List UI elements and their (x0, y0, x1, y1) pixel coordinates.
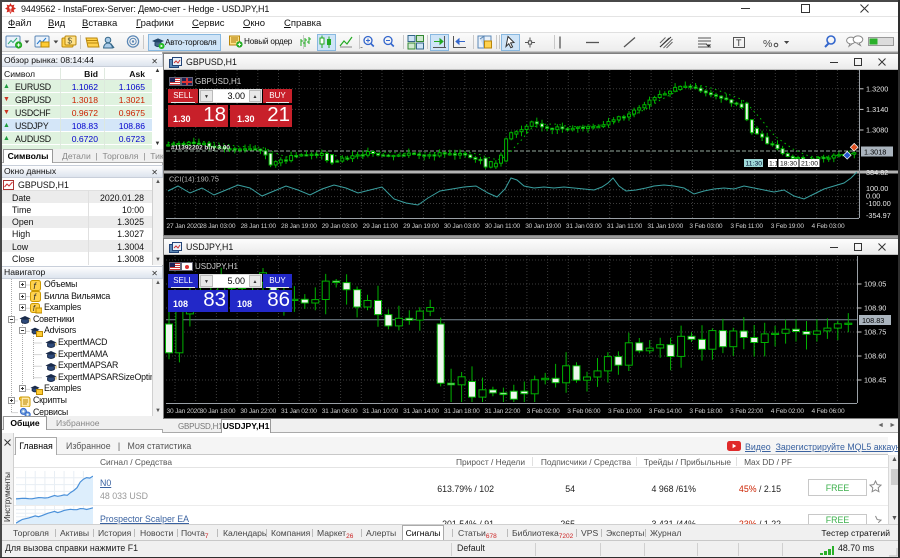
svg-text:-100.00: -100.00 (866, 199, 891, 208)
svg-text:30 Jan 22:00: 30 Jan 22:00 (240, 408, 276, 415)
svg-text:30 Jan 03:00: 30 Jan 03:00 (444, 223, 480, 230)
svg-text:3 Feb 02:00: 3 Feb 02:00 (527, 408, 561, 415)
svg-text:30 Jan 2020: 30 Jan 2020 (167, 408, 202, 415)
svg-text:27 Jan 2020: 27 Jan 2020 (167, 223, 202, 230)
svg-text:31 Jan 18:00: 31 Jan 18:00 (444, 408, 480, 415)
svg-text:CCI(14) 190.75: CCI(14) 190.75 (169, 175, 219, 184)
svg-text:31 Jan 14:00: 31 Jan 14:00 (403, 408, 439, 415)
svg-text:31 Jan 11:00: 31 Jan 11:00 (607, 223, 643, 230)
svg-text:1.3080: 1.3080 (866, 126, 888, 135)
svg-text:1.3018: 1.3018 (864, 147, 886, 156)
svg-text:1.3140: 1.3140 (866, 105, 888, 114)
svg-text:1.3200: 1.3200 (866, 84, 888, 93)
svg-text:21:00: 21:00 (801, 161, 818, 168)
svg-text:4 Feb 06:00: 4 Feb 06:00 (812, 408, 846, 415)
svg-text:3 Feb 11:00: 3 Feb 11:00 (730, 223, 763, 230)
svg-text:31 Jan 19:00: 31 Jan 19:00 (647, 223, 683, 230)
svg-text:31 Jan 22:00: 31 Jan 22:00 (485, 408, 521, 415)
svg-text:29 Jan 19:00: 29 Jan 19:00 (403, 223, 439, 230)
svg-text:4 Feb 03:00: 4 Feb 03:00 (812, 223, 846, 230)
svg-text:3 Feb 19:00: 3 Feb 19:00 (771, 223, 805, 230)
svg-text:28 Jan 03:00: 28 Jan 03:00 (200, 223, 236, 230)
svg-text:29 Jan 11:00: 29 Jan 11:00 (363, 223, 399, 230)
svg-text:3 Feb 03:00: 3 Feb 03:00 (689, 223, 723, 230)
svg-text:11:30: 11:30 (746, 161, 763, 168)
svg-text:31 Jan 10:00: 31 Jan 10:00 (362, 408, 398, 415)
svg-text:31 Jan 06:00: 31 Jan 06:00 (322, 408, 358, 415)
svg-text:-354.97: -354.97 (866, 211, 891, 220)
svg-text:108.60: 108.60 (864, 352, 886, 361)
svg-text:28 Jan 19:00: 28 Jan 19:00 (281, 223, 317, 230)
svg-text:3 Feb 06:00: 3 Feb 06:00 (567, 408, 601, 415)
svg-text:31 Jan 03:00: 31 Jan 03:00 (566, 223, 602, 230)
svg-text:31 Jan 02:00: 31 Jan 02:00 (281, 408, 317, 415)
svg-text:3 Feb 18:00: 3 Feb 18:00 (689, 408, 723, 415)
svg-text:4 Feb 02:00: 4 Feb 02:00 (771, 408, 805, 415)
svg-text:#11392202 buy 3.00: #11392202 buy 3.00 (171, 145, 230, 152)
svg-text:3 Feb 14:00: 3 Feb 14:00 (649, 408, 683, 415)
svg-text:108.75: 108.75 (864, 328, 886, 337)
svg-text:384.82: 384.82 (866, 168, 888, 177)
svg-text:108.90: 108.90 (864, 304, 886, 313)
svg-text:30 Jan 18:00: 30 Jan 18:00 (200, 408, 236, 415)
svg-text:109.05: 109.05 (864, 280, 886, 289)
svg-text:28 Jan 11:00: 28 Jan 11:00 (241, 223, 277, 230)
svg-text:%: % (763, 38, 772, 50)
svg-text:1:1: 1:1 (769, 161, 779, 168)
svg-text:108.45: 108.45 (864, 376, 886, 385)
svg-text:$: $ (68, 37, 73, 46)
svg-text:3 Feb 22:00: 3 Feb 22:00 (730, 408, 764, 415)
svg-text:30 Jan 19:00: 30 Jan 19:00 (525, 223, 561, 230)
svg-text:29 Jan 03:00: 29 Jan 03:00 (322, 223, 358, 230)
svg-text:18:30: 18:30 (780, 161, 797, 168)
svg-text:T: T (736, 38, 742, 48)
svg-text:3 Feb 10:00: 3 Feb 10:00 (608, 408, 642, 415)
svg-text:108.83: 108.83 (862, 316, 884, 325)
svg-text:30 Jan 11:00: 30 Jan 11:00 (485, 223, 521, 230)
